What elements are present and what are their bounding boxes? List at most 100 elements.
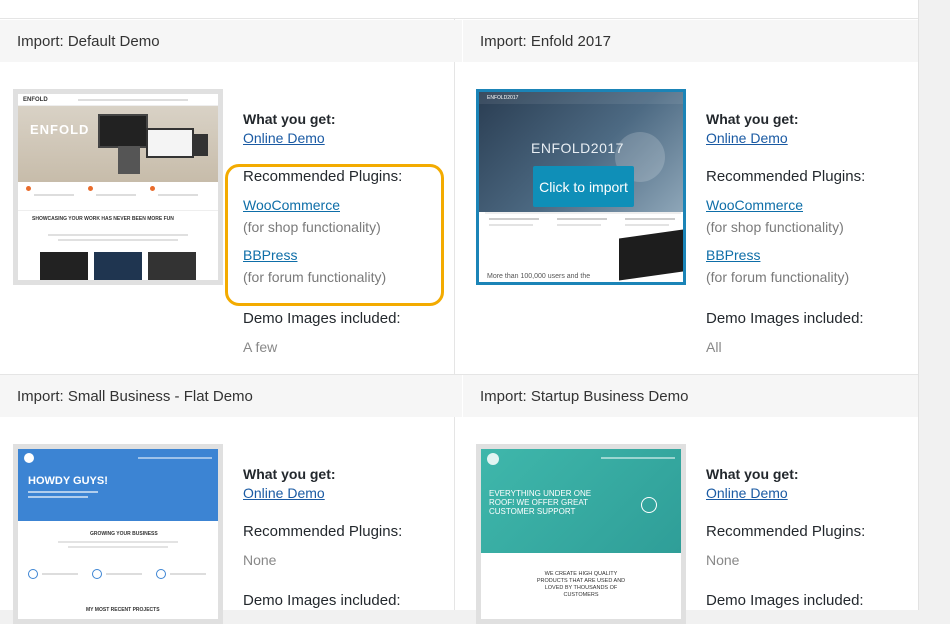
card-title: Import: Enfold 2017: [480, 33, 611, 50]
preview-text-line: [106, 573, 142, 575]
preview-menu: [78, 99, 188, 101]
recommended-plugins-label: Recommended Plugins:: [706, 523, 866, 540]
preview-text-line: [34, 194, 74, 196]
woocommerce-link[interactable]: WooCommerce: [706, 197, 803, 213]
preview-feature-dot: [26, 186, 31, 191]
preview-features: [18, 182, 218, 210]
card-header: Import: Default Demo: [0, 20, 462, 62]
preview-feature-dot: [88, 186, 93, 191]
preview-portfolio-item: [148, 252, 196, 280]
bbpress-note: (for forum functionality): [706, 269, 850, 285]
demo-import-page: Import: Default Demo ENFOLD ENFOLD SHOWC…: [0, 0, 925, 624]
preview-phone: [194, 134, 208, 156]
demo-images-value: A few: [243, 339, 278, 355]
card-header: Import: Small Business - Flat Demo: [0, 375, 462, 417]
preview-menu: [138, 457, 212, 459]
preview-text-line: [48, 234, 188, 236]
what-you-get-label: What you get:: [243, 466, 336, 482]
preview-laptop: [146, 128, 194, 158]
what-you-get-label: What you get:: [706, 111, 799, 127]
demo-images-value: All: [706, 339, 722, 355]
preview-hero-title: HOWDY GUYS!: [28, 475, 108, 487]
demo-thumbnail[interactable]: HOWDY GUYS! GROWING YOUR BUSINESS MY MOS…: [13, 444, 223, 624]
preview-feature-dot: [150, 186, 155, 191]
preview-logo: [24, 453, 34, 463]
demo-images-label: Demo Images included:: [243, 592, 401, 609]
bbpress-link[interactable]: BBPress: [706, 247, 760, 263]
demo-info: What you get: Online Demo Recommended Pl…: [706, 110, 916, 355]
preview-tagline: WE CREATE HIGH QUALITY PRODUCTS THAT ARE…: [536, 571, 626, 598]
click-to-import-button[interactable]: Click to import: [533, 166, 634, 207]
preview-text-line: [557, 224, 601, 226]
card-title: Import: Startup Business Demo: [480, 388, 689, 405]
recommended-plugins-label: Recommended Plugins:: [243, 523, 403, 540]
preview-text-line: [28, 491, 98, 493]
online-demo-link[interactable]: Online Demo: [243, 483, 325, 503]
preview-text-line: [557, 218, 607, 220]
recommended-plugins-value: None: [243, 552, 277, 568]
preview-text-line: [489, 224, 533, 226]
preview-hero-title: ENFOLD2017: [531, 140, 624, 156]
preview-portfolio-item: [40, 252, 88, 280]
preview-text-line: [28, 496, 88, 498]
top-divider: [0, 18, 918, 19]
preview-text-line: [42, 573, 78, 575]
online-demo-link[interactable]: Online Demo: [706, 128, 788, 148]
preview-portfolio-item: [94, 252, 142, 280]
recommended-plugins-label: Recommended Plugins:: [706, 168, 866, 185]
preview-monitor: [98, 114, 148, 148]
preview-logo: [487, 453, 499, 465]
woocommerce-link[interactable]: WooCommerce: [243, 197, 340, 213]
preview-hero-title: EVERYTHING UNDER ONE ROOF! WE OFFER GREA…: [489, 489, 592, 516]
what-you-get-label: What you get:: [243, 111, 336, 127]
demo-thumbnail[interactable]: ENFOLD2017 ENFOLD2017 More than 100,000 …: [476, 89, 686, 285]
bbpress-link[interactable]: BBPress: [243, 247, 297, 263]
online-demo-link[interactable]: Online Demo: [706, 483, 788, 503]
demo-info: What you get: Online Demo Recommended Pl…: [243, 465, 453, 610]
card-title: Import: Default Demo: [17, 33, 160, 50]
online-demo-link[interactable]: Online Demo: [243, 128, 325, 148]
preview-slogan: SHOWCASING YOUR WORK HAS NEVER BEEN MORE…: [32, 216, 174, 222]
demo-card-enfold-2017: Import: Enfold 2017 ENFOLD2017 ENFOLD201…: [463, 20, 925, 374]
play-icon: [641, 497, 657, 513]
recommended-plugins-value: None: [706, 552, 740, 568]
preview-feature-icon: [28, 569, 38, 579]
preview-text-line: [489, 218, 539, 220]
preview-text-line: [58, 239, 178, 241]
preview-text-line: [170, 573, 206, 575]
woocommerce-note: (for shop functionality): [243, 219, 381, 235]
demo-thumbnail[interactable]: ENFOLD ENFOLD SHOWCASING YOUR WORK HAS N…: [13, 89, 223, 285]
demo-card-small-business: Import: Small Business - Flat Demo HOWDY…: [0, 375, 462, 624]
bbpress-note: (for forum functionality): [243, 269, 387, 285]
preview-text-line: [96, 194, 136, 196]
demo-thumbnail[interactable]: EVERYTHING UNDER ONE ROOF! WE OFFER GREA…: [476, 444, 686, 624]
preview-text-line: [158, 194, 198, 196]
preview-footer-title: MY MOST RECENT PROJECTS: [86, 607, 160, 613]
preview-menu: [601, 457, 675, 459]
demo-info: What you get: Online Demo Recommended Pl…: [243, 110, 453, 355]
card-header: Import: Startup Business Demo: [463, 375, 925, 417]
preview-feature-icon: [156, 569, 166, 579]
demo-images-label: Demo Images included:: [706, 310, 864, 327]
woocommerce-note: (for shop functionality): [706, 219, 844, 235]
admin-scroll-area: [918, 0, 950, 610]
preview-divider: [485, 212, 681, 214]
thumbnail-preview: ENFOLD ENFOLD SHOWCASING YOUR WORK HAS N…: [18, 94, 218, 280]
thumbnail-preview: HOWDY GUYS! GROWING YOUR BUSINESS MY MOS…: [18, 449, 218, 619]
preview-hero-title: ENFOLD: [30, 122, 90, 137]
preview-text-line: [625, 218, 675, 220]
card-header: Import: Enfold 2017: [463, 20, 925, 62]
recommended-plugins-label: Recommended Plugins:: [243, 168, 403, 185]
demo-card-default: Import: Default Demo ENFOLD ENFOLD SHOWC…: [0, 20, 462, 374]
preview-feature-icon: [92, 569, 102, 579]
preview-logo: ENFOLD2017: [487, 95, 519, 101]
preview-tablet: [118, 146, 140, 174]
thumbnail-preview: EVERYTHING UNDER ONE ROOF! WE OFFER GREA…: [481, 449, 681, 619]
demo-images-label: Demo Images included:: [243, 310, 401, 327]
preview-text-line: [68, 546, 168, 548]
preview-bottom-text: More than 100,000 users and the: [487, 273, 591, 280]
preview-text-line: [625, 224, 669, 226]
preview-section-title: GROWING YOUR BUSINESS: [90, 531, 158, 537]
thumbnail-preview: ENFOLD2017 ENFOLD2017 More than 100,000 …: [479, 92, 683, 282]
what-you-get-label: What you get:: [706, 466, 799, 482]
